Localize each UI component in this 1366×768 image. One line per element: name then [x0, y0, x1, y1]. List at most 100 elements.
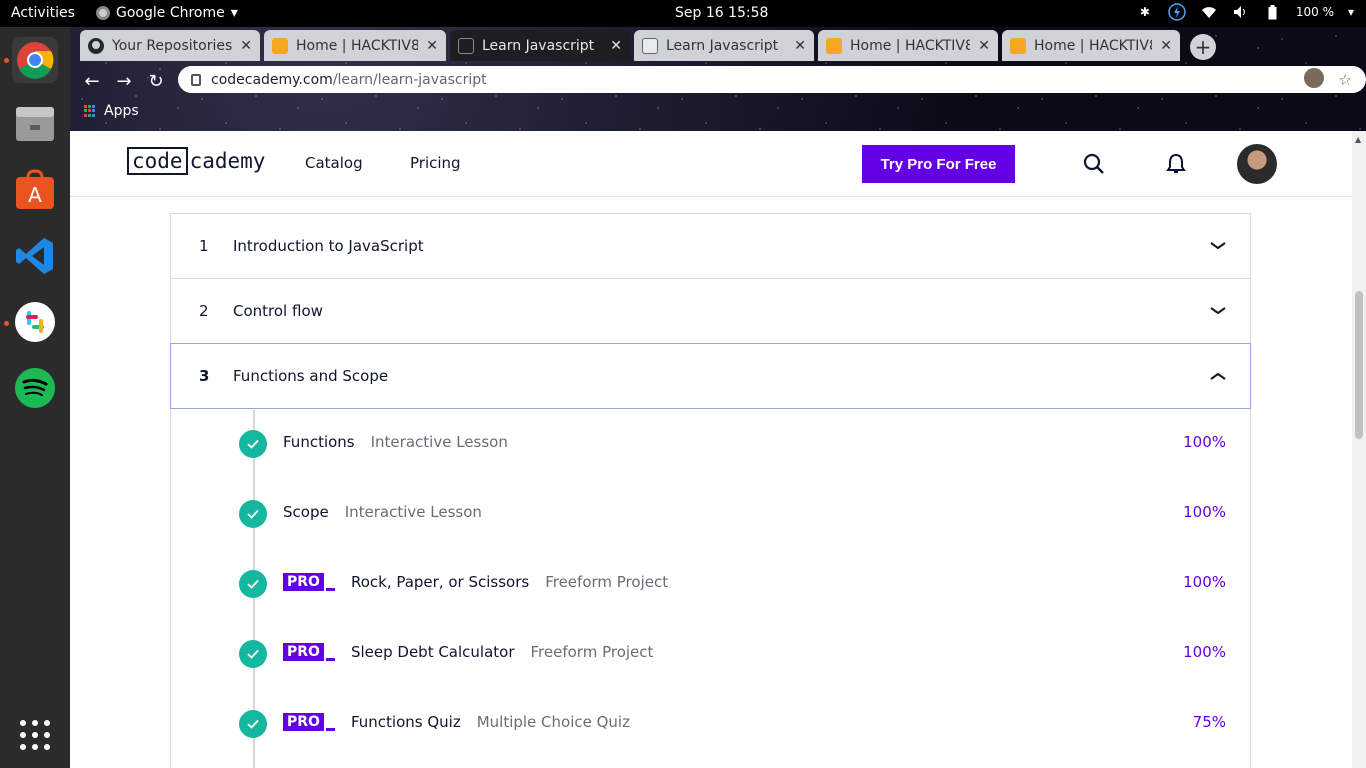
lesson-row[interactable]: PRO Rock, Paper, or Scissors Freeform Pr…: [171, 549, 1250, 619]
pro-badge: PRO: [283, 643, 335, 661]
lesson-type: Freeform Project: [545, 573, 669, 591]
module-row-expanded[interactable]: 3 Functions and Scope: [170, 343, 1251, 409]
volume-icon[interactable]: [1232, 3, 1250, 21]
lesson-row[interactable]: Scope Interactive Lesson 100%: [171, 479, 1250, 549]
lesson-row[interactable]: Functions Interactive Lesson 100%: [171, 409, 1250, 479]
scroll-up-icon[interactable]: ▲: [1355, 135, 1361, 144]
lesson-name[interactable]: Scope: [283, 503, 329, 521]
app-menu-label: Google Chrome: [116, 5, 225, 21]
address-bar[interactable]: codecademy.com/learn/learn-javascript ⧉ …: [178, 66, 1366, 93]
pro-badge: PRO: [283, 713, 335, 731]
wifi-icon[interactable]: [1200, 3, 1218, 21]
apps-bookmark[interactable]: Apps: [104, 103, 139, 119]
close-icon[interactable]: ✕: [610, 38, 622, 54]
scrollbar-thumb[interactable]: [1355, 291, 1363, 439]
battery-icon[interactable]: [1264, 3, 1282, 21]
tab[interactable]: Home | HACKTIV8 ✕: [818, 30, 998, 61]
close-icon[interactable]: ✕: [794, 38, 806, 54]
module-title: Introduction to JavaScript: [233, 237, 424, 255]
chevron-down-icon[interactable]: [1208, 236, 1228, 256]
close-icon[interactable]: ✕: [426, 38, 438, 54]
running-indicator: [4, 321, 9, 326]
lesson-row[interactable]: PRO Sleep Debt Calculator Freeform Proje…: [171, 619, 1250, 689]
tab[interactable]: Learn Javascript ✕: [634, 30, 814, 61]
browser-menu-icon[interactable]: ⋮: [1338, 67, 1356, 88]
page-scrollbar[interactable]: ▲: [1352, 131, 1366, 768]
new-tab-button[interactable]: +: [1190, 34, 1216, 60]
browser-chrome: Your Repositories ✕ Home | HACKTIV8 ✕ Le…: [70, 27, 1366, 131]
tab[interactable]: Your Repositories ✕: [80, 30, 260, 61]
lesson-progress: 100%: [1183, 643, 1226, 661]
reload-icon[interactable]: ↻: [144, 69, 168, 93]
web-page: code cademy Catalog Pricing Try Pro For F…: [70, 131, 1366, 768]
tab[interactable]: Home | HACKTIV8 ✕: [264, 30, 446, 61]
profile-avatar-icon[interactable]: [1304, 68, 1324, 88]
lesson-type: Interactive Lesson: [344, 503, 482, 521]
bell-icon[interactable]: [1163, 151, 1189, 177]
battery-percentage: 100 %: [1295, 5, 1334, 19]
try-pro-button[interactable]: Try Pro For Free: [862, 145, 1015, 183]
user-avatar[interactable]: [1237, 144, 1277, 184]
chevron-up-icon[interactable]: [1208, 366, 1228, 386]
close-icon[interactable]: ✕: [978, 38, 990, 54]
slack-icon[interactable]: [12, 299, 58, 345]
tab-label: Learn Javascript: [482, 37, 595, 54]
app-menu[interactable]: Google Chrome ▾: [96, 5, 238, 21]
codecademy-icon: [642, 37, 658, 54]
tab[interactable]: Home | HACKTIV8 ✕: [1002, 30, 1180, 61]
chevron-down-icon[interactable]: [1208, 301, 1228, 321]
close-icon[interactable]: ✕: [1160, 38, 1172, 54]
software-store-icon[interactable]: A: [12, 167, 58, 213]
chrome-small-icon: [96, 6, 110, 20]
lock-icon[interactable]: [191, 73, 201, 86]
tab-label: Home | HACKTIV8: [1034, 37, 1153, 54]
check-icon: [239, 710, 267, 738]
power-manager-icon[interactable]: [1168, 3, 1186, 21]
lesson-name[interactable]: Functions: [283, 433, 355, 451]
lesson-progress: 75%: [1192, 713, 1226, 731]
spotify-icon[interactable]: [12, 365, 58, 411]
url-text[interactable]: codecademy.com/learn/learn-javascript: [211, 72, 487, 88]
lesson-name[interactable]: Sleep Debt Calculator: [351, 643, 515, 661]
lesson-row[interactable]: PRO Functions Quiz Multiple Choice Quiz …: [171, 689, 1250, 759]
hacktiv8-icon: [826, 37, 842, 54]
system-menu-caret-icon[interactable]: ▾: [1348, 5, 1354, 19]
module-number: 3: [199, 367, 210, 385]
forward-icon[interactable]: →: [112, 69, 136, 93]
system-tray[interactable]: ✱ 100 % ▾: [1136, 3, 1354, 21]
tab-label: Your Repositories: [112, 37, 233, 54]
github-icon: [88, 37, 104, 54]
check-icon: [239, 430, 267, 458]
files-icon[interactable]: [12, 101, 58, 147]
codecademy-logo[interactable]: code cademy: [127, 147, 265, 175]
show-applications-icon[interactable]: [20, 720, 50, 750]
nav-catalog-link[interactable]: Catalog: [305, 154, 363, 172]
vscode-icon[interactable]: [12, 233, 58, 279]
lesson-type: Freeform Project: [530, 643, 654, 661]
check-icon: [239, 500, 267, 528]
lesson-name[interactable]: Rock, Paper, or Scissors: [351, 573, 529, 591]
chrome-icon[interactable]: [12, 37, 58, 83]
nav-pricing-link[interactable]: Pricing: [410, 154, 461, 172]
hacktiv8-icon: [272, 37, 288, 54]
module-number: 1: [199, 237, 209, 255]
check-icon: [239, 570, 267, 598]
site-header: code cademy Catalog Pricing Try Pro For F…: [70, 131, 1352, 197]
back-icon[interactable]: ←: [80, 69, 104, 93]
activities-button[interactable]: Activities: [11, 5, 75, 21]
dock: A: [0, 27, 70, 768]
tab-label: Learn Javascript: [666, 37, 779, 54]
module-row[interactable]: 1 Introduction to JavaScript: [171, 214, 1250, 279]
module-row[interactable]: 2 Control flow: [171, 279, 1250, 344]
lesson-name[interactable]: Functions Quiz: [351, 713, 461, 731]
lesson-progress: 100%: [1183, 503, 1226, 521]
search-icon[interactable]: [1081, 151, 1107, 177]
tab-active[interactable]: Learn Javascript ✕: [450, 30, 630, 61]
module-number: 2: [199, 302, 209, 320]
close-icon[interactable]: ✕: [240, 38, 252, 54]
slack-tray-icon[interactable]: ✱: [1136, 3, 1154, 21]
apps-grid-icon: [84, 105, 96, 117]
clock[interactable]: Sep 16 15:58: [675, 5, 768, 21]
svg-text:A: A: [28, 183, 42, 207]
codecademy-icon: [458, 37, 474, 54]
